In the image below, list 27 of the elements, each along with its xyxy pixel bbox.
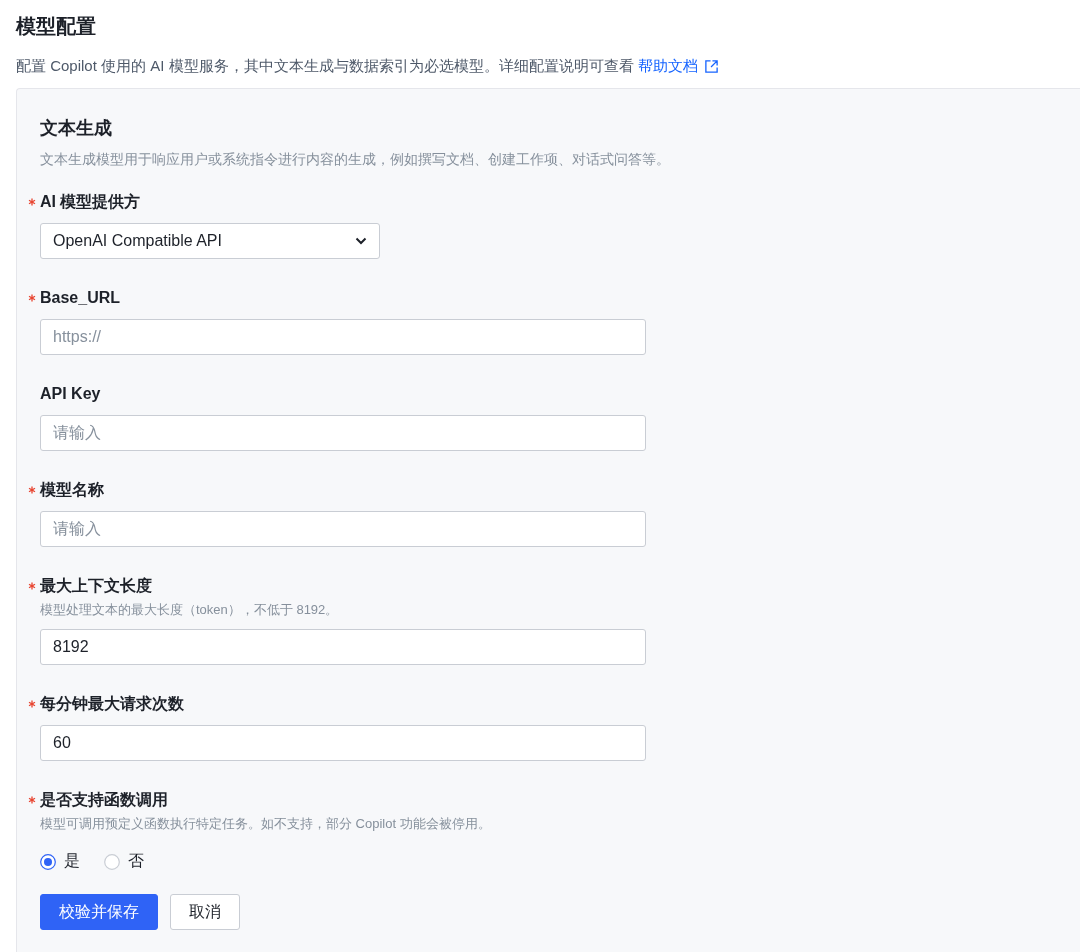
radio-button[interactable] xyxy=(40,853,56,870)
field-label: Base_URL xyxy=(40,289,121,307)
save-button[interactable]: 校验并保存 xyxy=(40,894,158,930)
page-title: 模型配置 xyxy=(16,14,97,39)
input-field[interactable]: 60 xyxy=(40,725,646,761)
field-label: API Key xyxy=(40,385,101,403)
input-field[interactable]: 8192 xyxy=(40,629,646,665)
section-title: 文本生成 xyxy=(40,117,113,140)
input-field[interactable]: https:// xyxy=(40,319,646,355)
field-label: 是否支持函数调用 xyxy=(40,789,168,810)
help-link[interactable]: 帮助文档 xyxy=(637,56,719,76)
radio-label: 否 xyxy=(128,851,144,871)
input-field[interactable]: 请输入 xyxy=(40,415,646,451)
cancel-button[interactable]: 取消 xyxy=(170,894,240,930)
external-link-icon xyxy=(703,58,719,74)
field-hint: 模型可调用预定义函数执行特定任务。如不支持，部分 Copilot 功能会被停用。 xyxy=(40,815,492,833)
provider-dropdown[interactable]: OpenAI Compatible API xyxy=(40,223,380,259)
section-description: 文本生成模型用于响应用户或系统指令进行内容的生成，例如撰写文档、创建工作项、对话式问答等。 xyxy=(40,150,671,169)
chevron-down-icon xyxy=(355,237,367,245)
field-label: AI 模型提供方 xyxy=(40,191,141,212)
field-hint: 模型处理文本的最大长度（token），不低于 8192。 xyxy=(40,601,340,619)
field-label: 模型名称 xyxy=(40,479,104,500)
field-label: 每分钟最大请求次数 xyxy=(40,693,184,714)
radio-label: 是 xyxy=(64,851,80,871)
field-label: 最大上下文长度 xyxy=(40,575,152,596)
input-field[interactable]: 请输入 xyxy=(40,511,646,547)
page-description: 配置 Copilot 使用的 AI 模型服务，其中文本生成与数据索引为必选模型。详细配置说明可查看 帮助文档 xyxy=(16,56,1080,76)
